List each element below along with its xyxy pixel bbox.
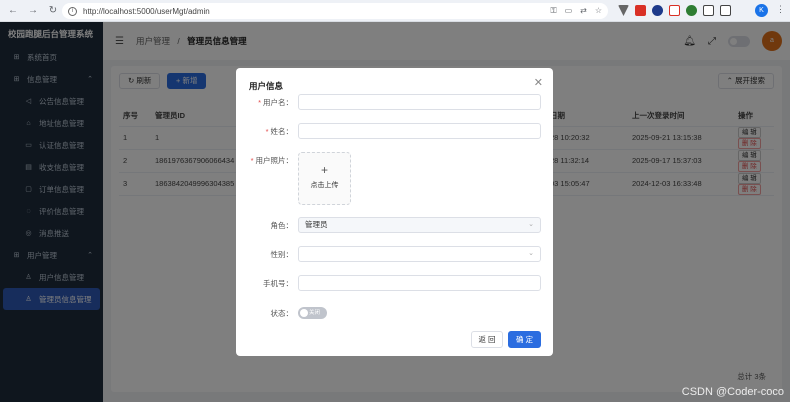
dialog-title: 用户信息: [249, 81, 284, 91]
role-value: 管理员: [305, 220, 328, 229]
back-icon[interactable]: ←: [6, 4, 20, 18]
gender-label: 性别：: [270, 250, 294, 259]
username-row: * 用户名：: [236, 94, 553, 110]
extension-icon[interactable]: [669, 5, 680, 16]
role-label: 角色：: [270, 221, 294, 230]
required-marker: *: [258, 98, 261, 107]
key-icon[interactable]: ⚿: [550, 6, 556, 16]
plus-icon: +: [320, 163, 328, 177]
puzzle-icon[interactable]: [703, 5, 714, 16]
phone-input[interactable]: [298, 275, 541, 291]
phone-row: 手机号：: [236, 275, 553, 291]
label-text: 姓名：: [270, 127, 294, 136]
confirm-button[interactable]: 确 定: [508, 331, 541, 348]
sidebar-icon[interactable]: [720, 5, 731, 16]
extension-icon[interactable]: [618, 5, 629, 16]
username-input[interactable]: [298, 94, 541, 110]
extension-icon[interactable]: [652, 5, 663, 16]
bookmark-star-icon[interactable]: ☆: [595, 6, 602, 16]
address-bar[interactable]: i http://localhost:5000/userMgt/admin ⚿ …: [62, 3, 608, 19]
site-info-icon[interactable]: i: [68, 6, 77, 16]
required-marker: *: [250, 156, 254, 165]
forward-icon[interactable]: →: [26, 4, 40, 18]
gender-select[interactable]: ⌄: [298, 246, 541, 262]
browser-toolbar: ← → ↻ i http://localhost:5000/userMgt/ad…: [0, 0, 790, 22]
cast-icon[interactable]: ▭: [565, 6, 573, 16]
gender-row: 性别： ⌄: [236, 246, 553, 262]
extension-icon[interactable]: [686, 5, 697, 16]
photo-label: * 用户照片：: [251, 155, 293, 166]
status-switch[interactable]: 关闭: [298, 307, 327, 319]
photo-upload[interactable]: + 点击上传: [298, 152, 351, 205]
chevron-down-icon: ⌄: [528, 221, 534, 228]
browser-menu-icon[interactable]: ⋮: [776, 4, 785, 15]
chevron-down-icon: ⌄: [528, 250, 534, 257]
status-label: 状态：: [270, 309, 294, 318]
extension-icon[interactable]: [635, 5, 646, 16]
profile-avatar[interactable]: K: [755, 4, 768, 17]
user-info-dialog: 用户信息 ✕ * 用户名： * 姓名： * 用户照片： + 点击上传 角色： 管理员 …: [236, 68, 553, 356]
role-select[interactable]: 管理员 ⌄: [298, 217, 541, 233]
watermark: CSDN @Coder-coco: [681, 386, 784, 398]
reload-icon[interactable]: ↻: [46, 4, 60, 18]
required-marker: *: [265, 127, 269, 136]
cancel-button[interactable]: 返 回: [471, 331, 503, 348]
photo-row: * 用户照片： + 点击上传: [236, 152, 553, 205]
name-label: * 姓名：: [266, 126, 293, 137]
name-input[interactable]: [298, 123, 541, 139]
upload-text: 点击上传: [310, 182, 339, 189]
label-text: 用户照片：: [255, 156, 294, 165]
translate-icon[interactable]: ⇄: [580, 6, 587, 16]
url-text: http://localhost:5000/userMgt/admin: [83, 6, 210, 16]
username-label: * 用户名：: [258, 97, 293, 108]
name-row: * 姓名：: [236, 123, 553, 139]
phone-label: 手机号：: [263, 279, 293, 288]
label-text: 用户名：: [263, 98, 293, 107]
close-icon[interactable]: ✕: [534, 76, 543, 89]
role-row: 角色： 管理员 ⌄: [236, 217, 553, 233]
status-row: 状态： 关闭: [236, 305, 553, 321]
extensions-bar: [618, 5, 731, 16]
